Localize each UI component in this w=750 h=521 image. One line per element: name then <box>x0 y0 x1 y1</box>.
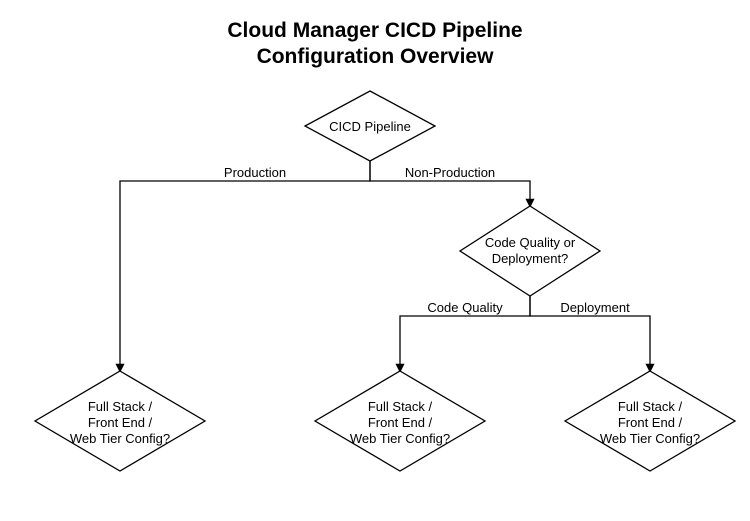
edge-deployment-label: Deployment <box>560 300 630 315</box>
node-leaf-c-line3: Web Tier Config? <box>600 431 700 446</box>
title-line-1: Cloud Manager CICD Pipeline <box>227 19 522 42</box>
node-leaf-b-line2: Front End / <box>368 415 433 430</box>
edge-code-quality-label: Code Quality <box>427 300 503 315</box>
node-cicd-pipeline-label: CICD Pipeline <box>329 119 411 134</box>
edge-production-label: Production <box>224 165 286 180</box>
flow-diagram: CICD Pipeline Production Non-Production … <box>0 71 750 521</box>
node-leaf-c-line1: Full Stack / <box>618 399 683 414</box>
node-leaf-b-line1: Full Stack / <box>368 399 433 414</box>
node-code-or-deploy-line2: Deployment? <box>492 251 569 266</box>
node-leaf-a-line2: Front End / <box>88 415 153 430</box>
node-cicd-pipeline: CICD Pipeline <box>305 91 435 161</box>
node-leaf-production: Full Stack / Front End / Web Tier Config… <box>35 371 205 471</box>
node-leaf-c-line2: Front End / <box>618 415 683 430</box>
edge-non-production-label: Non-Production <box>405 165 495 180</box>
node-leaf-a-line1: Full Stack / <box>88 399 153 414</box>
node-leaf-deployment: Full Stack / Front End / Web Tier Config… <box>565 371 735 471</box>
node-leaf-a-line3: Web Tier Config? <box>70 431 170 446</box>
node-leaf-code-quality: Full Stack / Front End / Web Tier Config… <box>315 371 485 471</box>
node-leaf-b-line3: Web Tier Config? <box>350 431 450 446</box>
title-line-2: Configuration Overview <box>257 45 494 68</box>
edge-production <box>120 161 370 371</box>
diagram-title: Cloud Manager CICD Pipeline Configuratio… <box>0 0 750 71</box>
node-code-or-deploy-line1: Code Quality or <box>485 235 576 250</box>
node-code-or-deploy: Code Quality or Deployment? <box>460 206 600 296</box>
